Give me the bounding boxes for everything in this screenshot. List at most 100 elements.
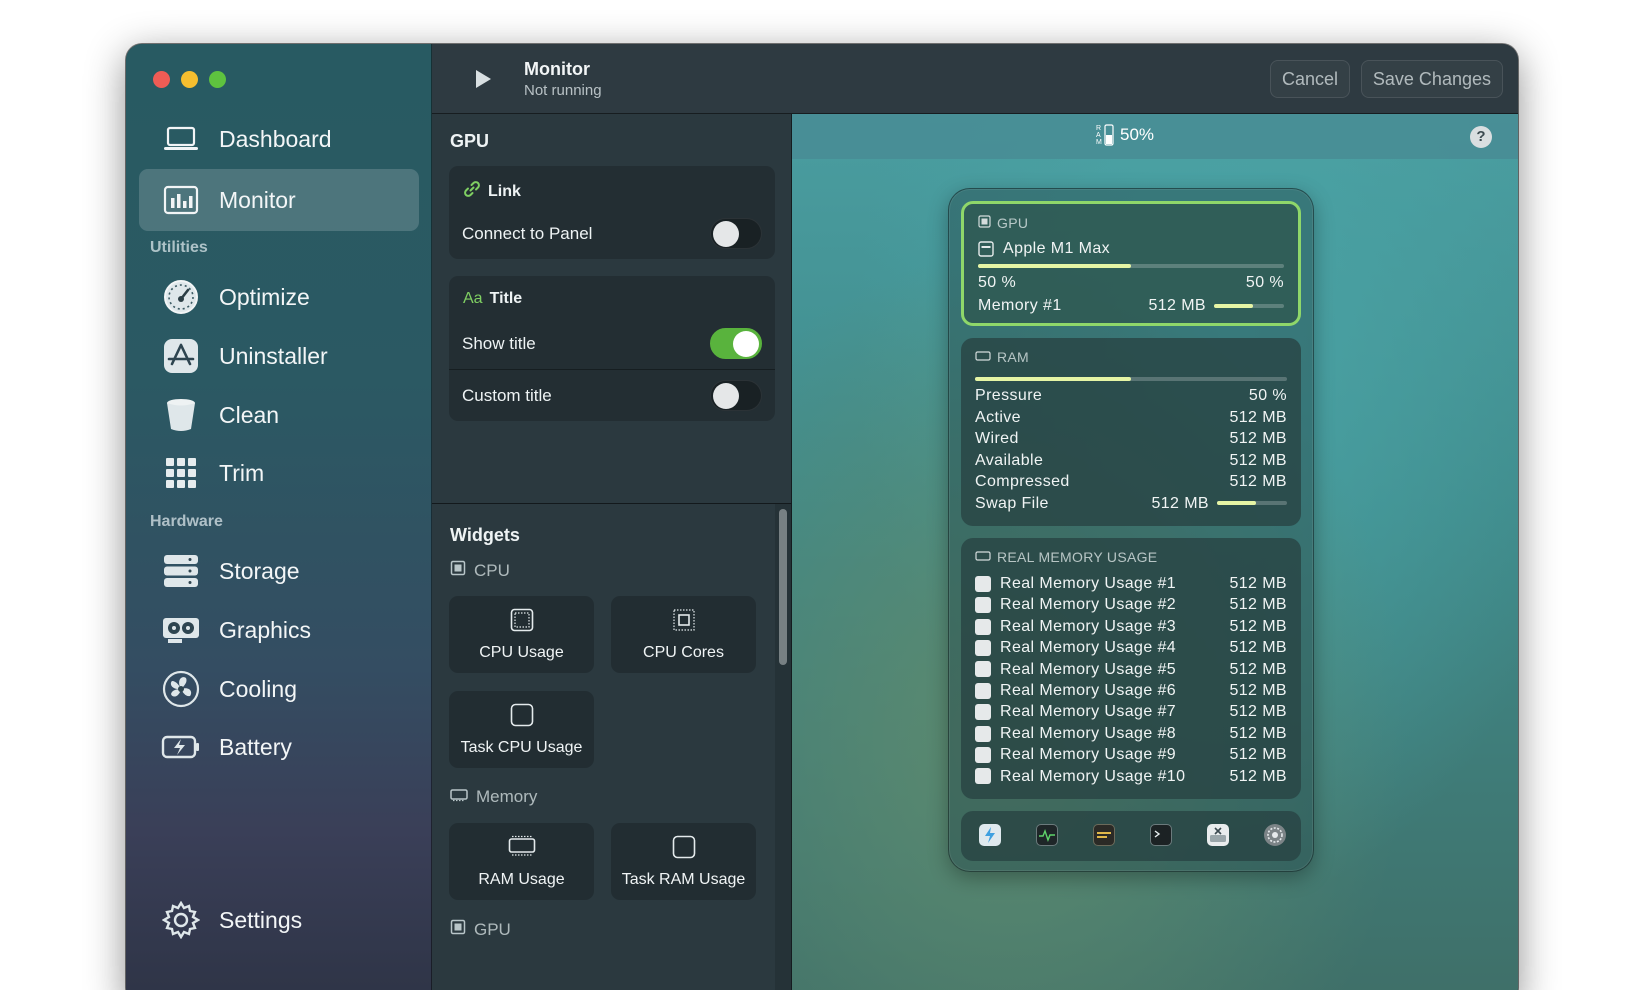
widget-group-label: Memory (476, 787, 538, 806)
real-memory-row-value: 512 MB (1229, 682, 1287, 699)
menu-bar-preview: RAM 50% ? (792, 114, 1518, 159)
sidebar-item-optimize[interactable]: Optimize (139, 266, 419, 328)
widget-label: CPU Usage (479, 644, 564, 661)
real-memory-row-label: Real Memory Usage #8 (1000, 724, 1177, 742)
sidebar-item-label: Storage (219, 557, 300, 584)
scrollbar-track[interactable] (775, 504, 791, 990)
sidebar-item-settings[interactable]: Settings (139, 889, 419, 951)
link-card: Link Connect to Panel (449, 166, 775, 259)
widget-cpu-cores[interactable]: CPU Cores (611, 596, 756, 673)
widget-group-label: GPU (474, 919, 511, 939)
sidebar-item-trim[interactable]: Trim (139, 442, 419, 504)
widget-config-panel: GPU Link Connect to Panel Aa Title Show … (432, 114, 792, 504)
widget-group-gpu: GPU (450, 919, 511, 940)
row-checkbox[interactable] (975, 704, 991, 721)
scrollbar-thumb[interactable] (779, 509, 787, 665)
cancel-button[interactable]: Cancel (1269, 60, 1350, 98)
real-memory-row[interactable]: Real Memory Usage #4 512 MB (975, 639, 1287, 657)
sidebar-item-graphics[interactable]: Graphics (139, 599, 419, 661)
gpu-device-name: Apple M1 Max (1003, 240, 1111, 257)
traffic-lights (153, 71, 226, 88)
close-window-button[interactable] (153, 71, 170, 88)
widget-task-cpu-usage[interactable]: Task CPU Usage (449, 691, 594, 768)
widget-ram-usage[interactable]: RAM Usage (449, 823, 594, 900)
connect-to-panel-label: Connect to Panel (462, 224, 593, 243)
show-title-toggle[interactable] (710, 328, 762, 359)
terminal-icon[interactable] (1150, 824, 1172, 846)
swap-file-fill (1217, 501, 1256, 506)
menubar-ram-item[interactable]: RAM 50% (1096, 124, 1154, 146)
ram-row-label: Pressure (975, 387, 1043, 404)
activity-monitor-icon[interactable] (1036, 824, 1058, 846)
storage-icon (161, 551, 201, 591)
ram-card[interactable]: RAM Pressure 50 % Active 512 MB Wired 512 MB A… (961, 338, 1301, 526)
ram-row: Compressed 512 MB (975, 473, 1287, 491)
trash-bin-icon (161, 395, 201, 435)
real-memory-row-label: Real Memory Usage #1 (1000, 575, 1177, 592)
real-memory-row[interactable]: Real Memory Usage #3 512 MB (975, 618, 1287, 636)
bar-chart-icon (161, 180, 201, 220)
gear-icon (161, 900, 201, 940)
connect-to-panel-toggle[interactable] (710, 218, 762, 249)
row-checkbox[interactable] (975, 661, 991, 678)
gpu-card-title: GPU (997, 215, 1029, 231)
zoom-window-button[interactable] (209, 71, 226, 88)
cpu-chip-icon (510, 608, 534, 637)
custom-title-toggle[interactable] (710, 380, 762, 411)
real-memory-row[interactable]: Real Memory Usage #2 512 MB (975, 596, 1287, 614)
console-icon[interactable] (1093, 824, 1115, 846)
gpu-card-header: GPU (978, 215, 1028, 231)
sidebar-item-dashboard[interactable]: Dashboard (139, 108, 419, 170)
disk-utility-icon[interactable] (1207, 824, 1229, 846)
system-settings-icon[interactable] (1264, 824, 1286, 846)
widget-task-ram-usage[interactable]: Task RAM Usage (611, 823, 756, 900)
real-memory-row-value: 512 MB (1229, 639, 1287, 657)
ram-row-value: 512 MB (1229, 473, 1287, 490)
sidebar-item-cooling[interactable]: Cooling (139, 658, 419, 720)
row-checkbox[interactable] (975, 746, 991, 763)
ram-row-label: Active (975, 408, 1021, 426)
help-button[interactable]: ? (1470, 126, 1492, 148)
sidebar-item-monitor[interactable]: Monitor (139, 169, 419, 231)
row-checkbox[interactable] (975, 575, 991, 592)
task-square-icon (510, 703, 534, 732)
flash-app-icon[interactable] (979, 824, 1001, 846)
ram-row: Wired 512 MB (975, 430, 1287, 448)
gpu-chip-icon (450, 919, 466, 940)
real-memory-row[interactable]: Real Memory Usage #7 512 MB (975, 703, 1287, 721)
monitor-title: Monitor (524, 59, 590, 79)
widget-cpu-usage[interactable]: CPU Usage (449, 596, 594, 673)
real-memory-row-label: Real Memory Usage #4 (1000, 639, 1177, 657)
row-checkbox[interactable] (975, 618, 991, 635)
row-checkbox[interactable] (975, 597, 991, 614)
minimize-window-button[interactable] (181, 71, 198, 88)
gpu-card[interactable]: GPU Apple M1 Max 50 % 50 % Memory #1 512… (961, 201, 1301, 326)
row-checkbox[interactable] (975, 682, 991, 699)
real-memory-card[interactable]: REAL MEMORY USAGE Real Memory Usage #1 51… (961, 538, 1301, 799)
row-checkbox[interactable] (975, 725, 991, 742)
sidebar-item-uninstaller[interactable]: Uninstaller (139, 325, 419, 387)
row-checkbox[interactable] (975, 768, 991, 785)
real-memory-row[interactable]: Real Memory Usage #5 512 MB (975, 661, 1287, 679)
sidebar-item-battery[interactable]: Battery (139, 716, 419, 778)
sidebar-item-storage[interactable]: Storage (139, 540, 419, 602)
real-memory-row[interactable]: Real Memory Usage #6 512 MB (975, 682, 1287, 700)
ram-row-label: Available (975, 451, 1044, 469)
real-memory-row[interactable]: Real Memory Usage #10 512 MB (975, 768, 1287, 786)
sidebar-item-clean[interactable]: Clean (139, 384, 419, 446)
menubar-ram-value: 50% (1120, 125, 1155, 144)
sidebar-item-label: Optimize (219, 283, 310, 310)
memory-icon (975, 349, 991, 365)
real-memory-row-value: 512 MB (1229, 617, 1287, 635)
save-changes-button[interactable]: Save Changes (1360, 60, 1503, 98)
laptop-icon (161, 119, 201, 159)
row-checkbox[interactable] (975, 639, 991, 656)
real-memory-row[interactable]: Real Memory Usage #8 512 MB (975, 725, 1287, 743)
cpu-cores-icon (672, 608, 696, 637)
real-memory-row[interactable]: Real Memory Usage #1 512 MB (975, 575, 1287, 593)
gpu-usage-left: 50 % (978, 274, 1017, 291)
play-icon[interactable] (468, 65, 496, 93)
widgets-heading: Widgets (450, 525, 520, 545)
real-memory-row[interactable]: Real Memory Usage #9 512 MB (975, 746, 1287, 764)
real-memory-row-label: Real Memory Usage #10 (1000, 767, 1186, 785)
